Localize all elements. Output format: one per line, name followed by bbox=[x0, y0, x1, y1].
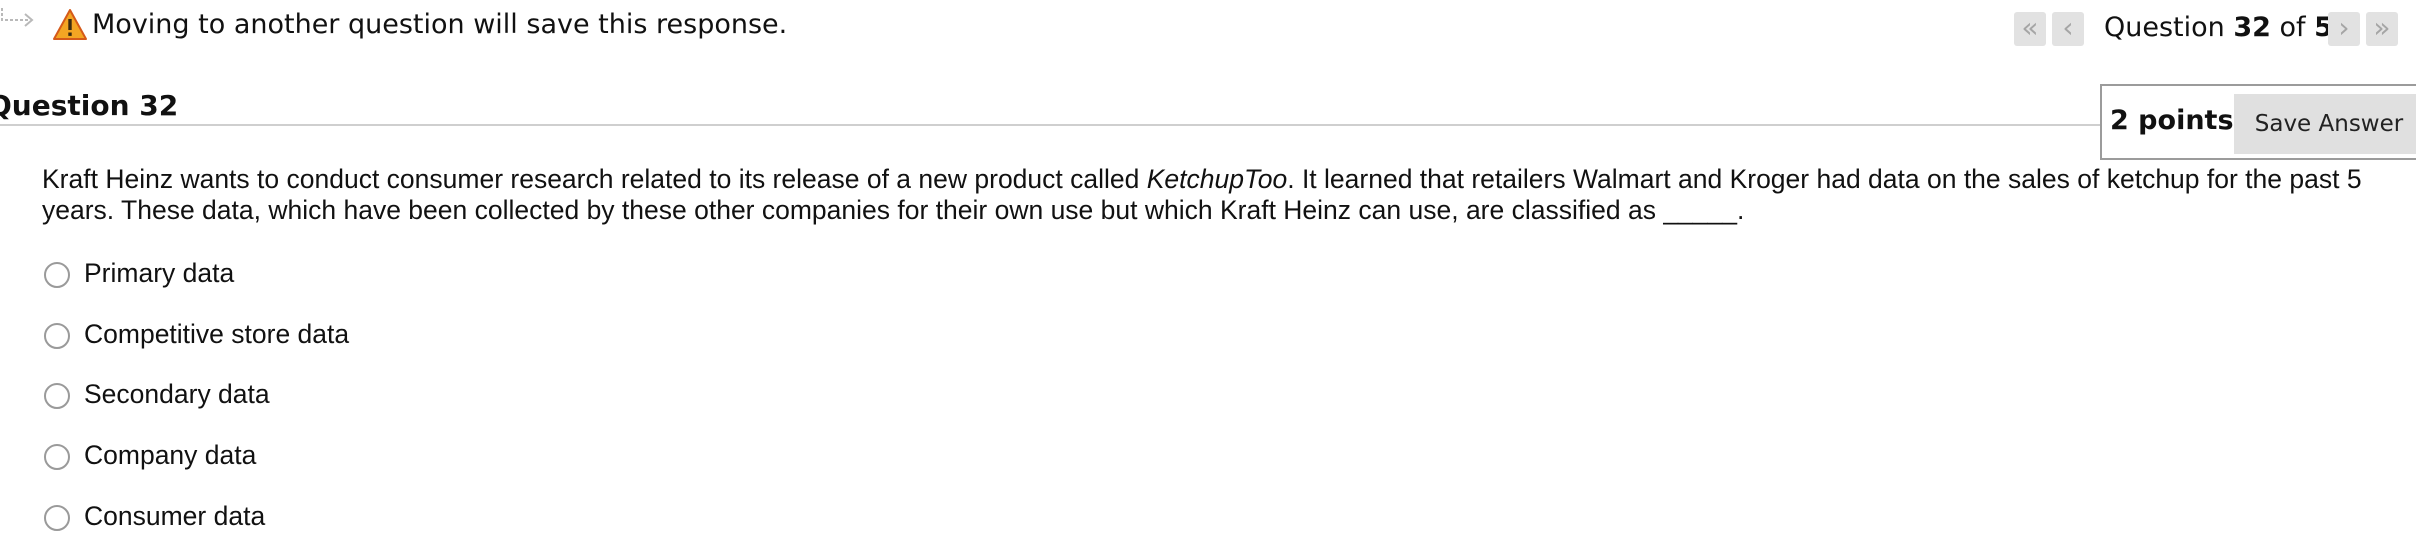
warning-icon bbox=[53, 9, 87, 40]
option-label[interactable]: Primary data bbox=[84, 256, 234, 290]
double-chevron-left-icon: « bbox=[2021, 11, 2039, 44]
radio-button[interactable] bbox=[44, 383, 70, 409]
chevron-left-icon: ‹ bbox=[2062, 11, 2074, 44]
option-label[interactable]: Secondary data bbox=[84, 377, 270, 411]
previous-question-button[interactable]: ‹ bbox=[2052, 12, 2084, 46]
last-question-button[interactable]: » bbox=[2366, 12, 2398, 46]
radio-button[interactable] bbox=[44, 505, 70, 531]
product-name: KetchupToo bbox=[1146, 164, 1288, 194]
return-arrow-icon bbox=[1, 8, 34, 27]
question-text-start: Kraft Heinz wants to conduct consumer re… bbox=[42, 164, 1147, 194]
chevron-right-icon: › bbox=[2338, 11, 2350, 44]
save-answer-button[interactable]: Save Answer bbox=[2234, 94, 2416, 154]
option-label[interactable]: Consumer data bbox=[84, 499, 265, 533]
points-label: 2 points bbox=[2110, 105, 2234, 136]
double-chevron-right-icon: » bbox=[2373, 11, 2391, 44]
question-text: Kraft Heinz wants to conduct consumer re… bbox=[42, 164, 2382, 226]
radio-button[interactable] bbox=[44, 262, 70, 288]
question-title: Question 32 bbox=[0, 89, 179, 122]
counter-prefix: Question bbox=[2104, 12, 2234, 43]
header-divider bbox=[0, 124, 2100, 126]
radio-button[interactable] bbox=[44, 323, 70, 349]
counter-separator: of bbox=[2270, 12, 2315, 43]
first-question-button[interactable]: « bbox=[2014, 12, 2046, 46]
next-question-button[interactable]: › bbox=[2328, 12, 2360, 46]
save-warning-text: Moving to another question will save thi… bbox=[92, 9, 788, 40]
option-label[interactable]: Company data bbox=[84, 438, 256, 472]
option-label[interactable]: Competitive store data bbox=[84, 317, 349, 351]
question-counter: Question 32 of 50 bbox=[2104, 10, 2352, 46]
radio-button[interactable] bbox=[44, 444, 70, 470]
counter-current: 32 bbox=[2233, 12, 2271, 43]
